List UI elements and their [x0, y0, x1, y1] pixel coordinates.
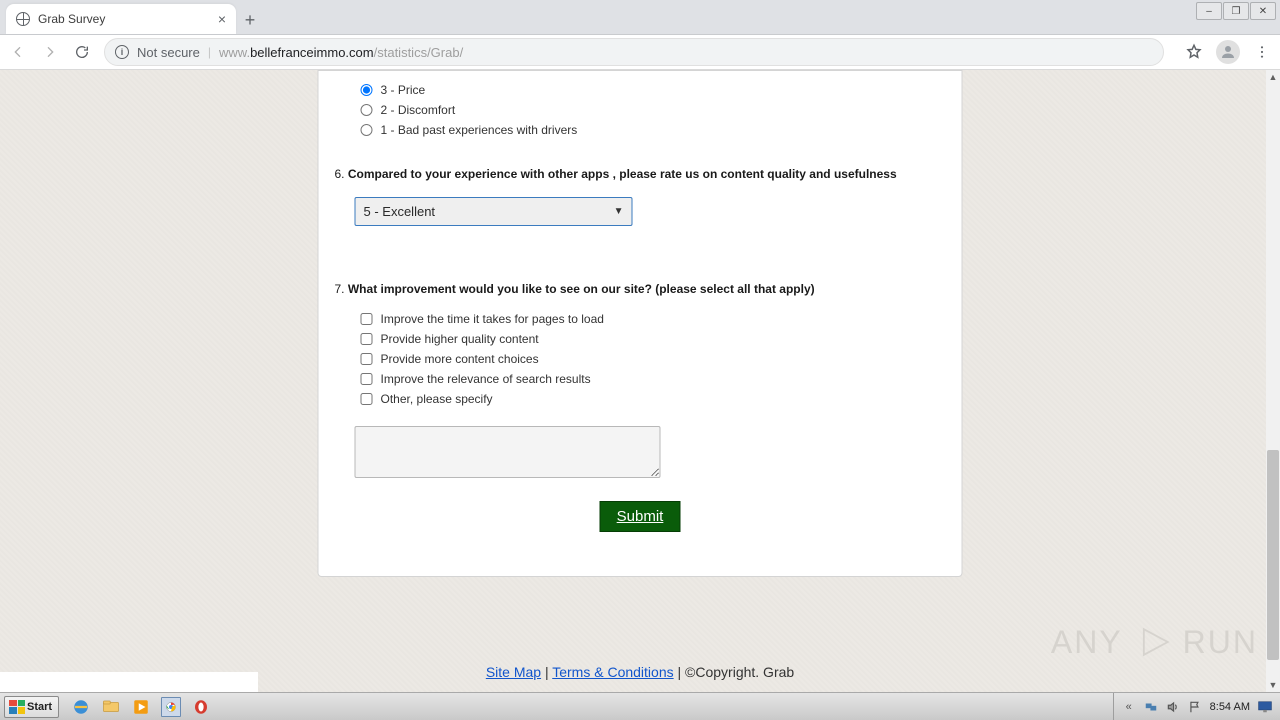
ie-icon[interactable]: [71, 697, 91, 717]
radio-option[interactable]: 2 - Discomfort: [361, 103, 946, 117]
radio-option[interactable]: 3 - Price: [361, 83, 946, 97]
maximize-button[interactable]: ❐: [1223, 2, 1249, 20]
explorer-icon[interactable]: [101, 697, 121, 717]
checkbox-option[interactable]: Improve the time it takes for pages to l…: [361, 312, 946, 326]
taskbar: Start « 8:54 AM: [0, 692, 1280, 720]
checkbox-label: Other, please specify: [381, 392, 493, 406]
radio-option[interactable]: 1 - Bad past experiences with drivers: [361, 123, 946, 137]
checkbox-option[interactable]: Other, please specify: [361, 392, 946, 406]
start-button[interactable]: Start: [4, 696, 59, 718]
new-tab-button[interactable]: +: [236, 6, 264, 34]
scroll-up-arrow-icon[interactable]: ▲: [1266, 70, 1280, 84]
system-tray: « 8:54 AM: [1113, 693, 1280, 720]
window-controls: – ❐ ✕: [1196, 2, 1276, 20]
chevron-down-icon: ▼: [614, 206, 624, 217]
minimize-button[interactable]: –: [1196, 2, 1222, 20]
sitemap-link[interactable]: Site Map: [486, 664, 541, 680]
checkbox-label: Improve the relevance of search results: [381, 372, 591, 386]
other-specify-textarea[interactable]: [355, 426, 661, 478]
vertical-scrollbar[interactable]: ▲ ▼: [1266, 70, 1280, 692]
checkbox-input[interactable]: [361, 313, 373, 325]
close-icon[interactable]: ×: [218, 12, 226, 26]
terms-link[interactable]: Terms & Conditions: [552, 664, 673, 680]
status-strip: [0, 672, 258, 692]
clock[interactable]: 8:54 AM: [1210, 701, 1250, 713]
page-viewport: 3 - Price 2 - Discomfort 1 - Bad past ex…: [0, 70, 1280, 692]
volume-icon[interactable]: [1166, 700, 1180, 714]
media-icon[interactable]: [131, 697, 151, 717]
radio-input[interactable]: [361, 104, 373, 116]
show-desktop-icon[interactable]: [1258, 700, 1272, 714]
scroll-thumb[interactable]: [1267, 450, 1279, 660]
checkbox-option[interactable]: Provide higher quality content: [361, 332, 946, 346]
checkbox-label: Provide higher quality content: [381, 332, 539, 346]
radio-input[interactable]: [361, 124, 373, 136]
windows-flag-icon: [9, 700, 25, 714]
checkbox-option[interactable]: Provide more content choices: [361, 352, 946, 366]
flag-icon[interactable]: [1188, 700, 1202, 714]
chrome-taskbar-icon[interactable]: [161, 697, 181, 717]
reload-button[interactable]: [72, 42, 92, 62]
url-text: www.bellefranceimmo.com/statistics/Grab/: [219, 45, 463, 60]
checkbox-input[interactable]: [361, 333, 373, 345]
survey-card: 3 - Price 2 - Discomfort 1 - Bad past ex…: [318, 70, 963, 577]
scroll-down-arrow-icon[interactable]: ▼: [1266, 678, 1280, 692]
tab-title: Grab Survey: [38, 12, 210, 26]
globe-icon: .: [16, 12, 30, 26]
opera-icon[interactable]: [191, 697, 211, 717]
checkbox-input[interactable]: [361, 373, 373, 385]
radio-label: 2 - Discomfort: [381, 103, 456, 117]
copyright-text: ©Copyright. Grab: [685, 664, 794, 680]
info-icon[interactable]: i: [115, 45, 129, 59]
browser-tab[interactable]: . Grab Survey ×: [6, 4, 236, 34]
kebab-menu-icon[interactable]: [1252, 42, 1272, 62]
checkbox-label: Improve the time it takes for pages to l…: [381, 312, 604, 326]
checkbox-input[interactable]: [361, 353, 373, 365]
close-window-button[interactable]: ✕: [1250, 2, 1276, 20]
question-6: 6. Compared to your experience with othe…: [335, 167, 946, 181]
profile-avatar[interactable]: [1216, 40, 1240, 64]
address-bar: i Not secure | www.bellefranceimmo.com/s…: [0, 35, 1280, 70]
play-icon: [1131, 620, 1175, 664]
checkbox-label: Provide more content choices: [381, 352, 539, 366]
checkbox-input[interactable]: [361, 393, 373, 405]
select-value: 5 - Excellent: [364, 204, 436, 219]
submit-button[interactable]: Submit: [600, 501, 681, 532]
radio-input[interactable]: [361, 84, 373, 96]
forward-button[interactable]: [40, 42, 60, 62]
radio-label: 1 - Bad past experiences with drivers: [381, 123, 578, 137]
not-secure-label: Not secure: [137, 45, 200, 60]
anyrun-watermark: ANY RUN: [1051, 620, 1258, 664]
radio-label: 3 - Price: [381, 83, 426, 97]
tray-expand-icon[interactable]: «: [1122, 700, 1136, 714]
rating-select[interactable]: 5 - Excellent ▼: [355, 197, 633, 226]
back-button[interactable]: [8, 42, 28, 62]
network-icon[interactable]: [1144, 700, 1158, 714]
question-7: 7. What improvement would you like to se…: [335, 282, 946, 296]
quick-launch: [63, 697, 219, 717]
bookmark-star-icon[interactable]: [1184, 42, 1204, 62]
browser-tabstrip: . Grab Survey × + – ❐ ✕: [0, 0, 1280, 35]
checkbox-option[interactable]: Improve the relevance of search results: [361, 372, 946, 386]
address-field[interactable]: i Not secure | www.bellefranceimmo.com/s…: [104, 38, 1164, 66]
